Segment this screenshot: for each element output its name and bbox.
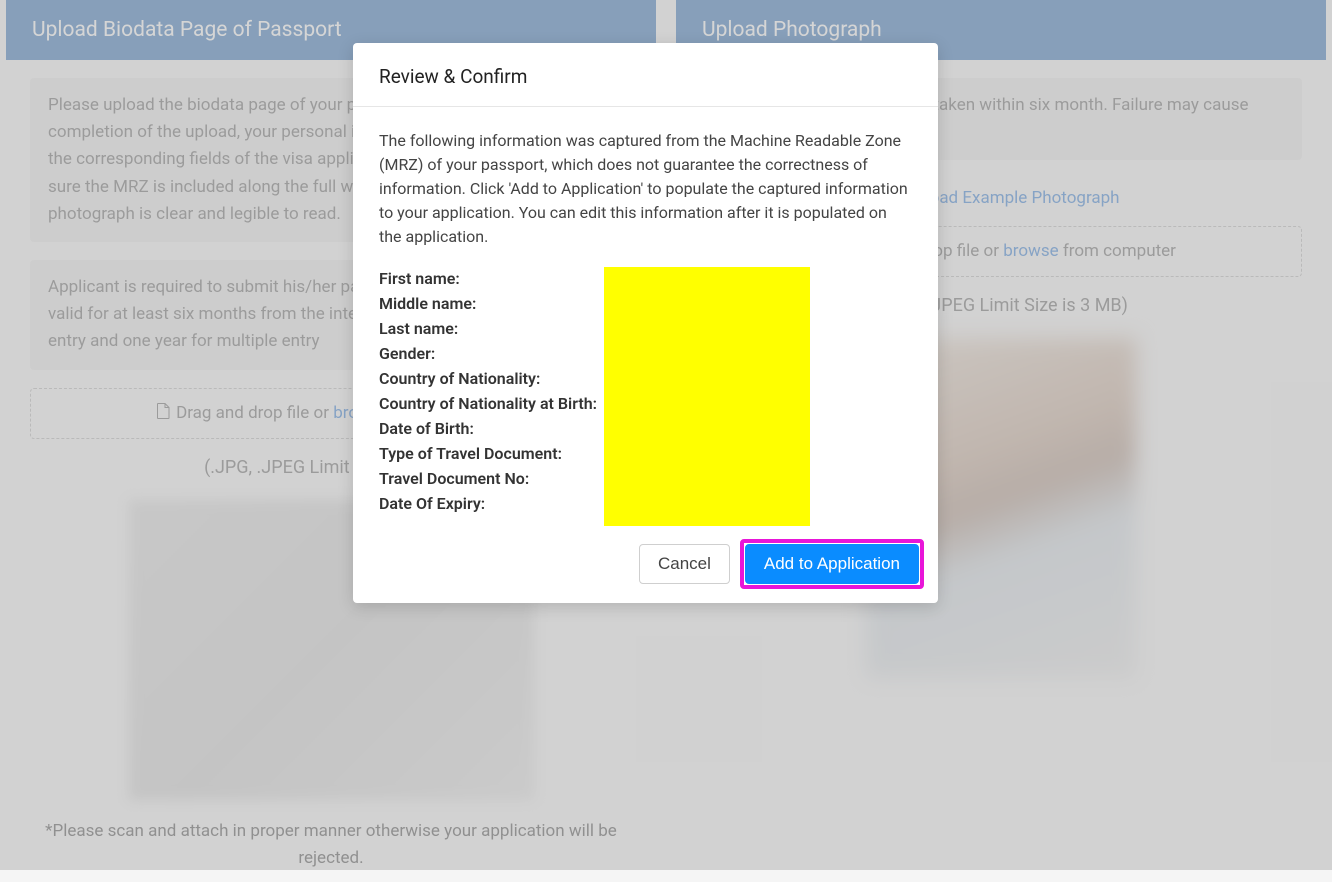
add-button-highlight: Add to Application <box>740 539 924 589</box>
modal-title: Review & Confirm <box>379 65 527 88</box>
redaction-block <box>604 267 810 526</box>
modal-body: The following information was captured f… <box>353 107 938 535</box>
modal-footer: Cancel Add to Application <box>353 535 938 603</box>
modal-description: The following information was captured f… <box>379 129 912 249</box>
modal-header: Review & Confirm <box>353 43 938 107</box>
review-confirm-modal: Review & Confirm The following informati… <box>353 43 938 603</box>
mrz-row: First name: Middle name: Last name: Gend… <box>379 267 912 516</box>
add-to-application-button[interactable]: Add to Application <box>745 544 919 584</box>
cancel-button[interactable]: Cancel <box>639 544 730 584</box>
